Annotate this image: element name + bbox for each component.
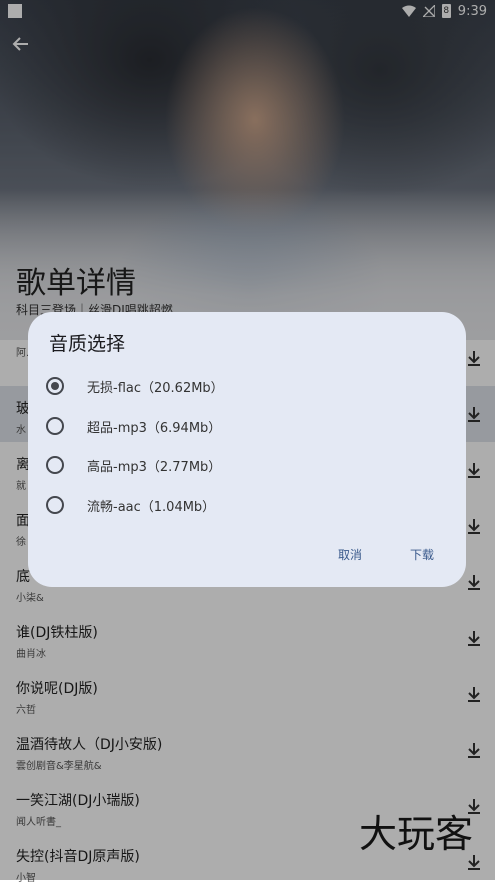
quality-option-super[interactable]: 超品-mp3（6.94Mb） [46,410,221,442]
dialog-title: 音质选择 [49,333,126,355]
option-label: 流畅-aac（1.04Mb） [87,499,216,515]
cancel-button[interactable]: 取消 [336,542,364,567]
radio-checked-icon[interactable] [46,377,64,395]
quality-option-smooth[interactable]: 流畅-aac（1.04Mb） [46,489,215,521]
watermark-logo: 大玩客 [358,812,473,856]
option-label: 超品-mp3（6.94Mb） [87,420,222,436]
radio-unchecked-icon[interactable] [46,496,64,514]
quality-dialog: 音质选择 无损-flac（20.62Mb） 超品-mp3（6.94Mb） 高品-… [28,312,466,587]
download-button[interactable]: 下载 [408,542,436,567]
option-label: 高品-mp3（2.77Mb） [87,459,222,475]
dialog-actions: 取消 下载 [336,542,436,567]
radio-unchecked-icon[interactable] [46,417,64,435]
option-label: 无损-flac（20.62Mb） [87,380,224,396]
radio-unchecked-icon[interactable] [46,456,64,474]
quality-option-lossless[interactable]: 无损-flac（20.62Mb） [46,370,224,402]
quality-option-high[interactable]: 高品-mp3（2.77Mb） [46,449,221,481]
